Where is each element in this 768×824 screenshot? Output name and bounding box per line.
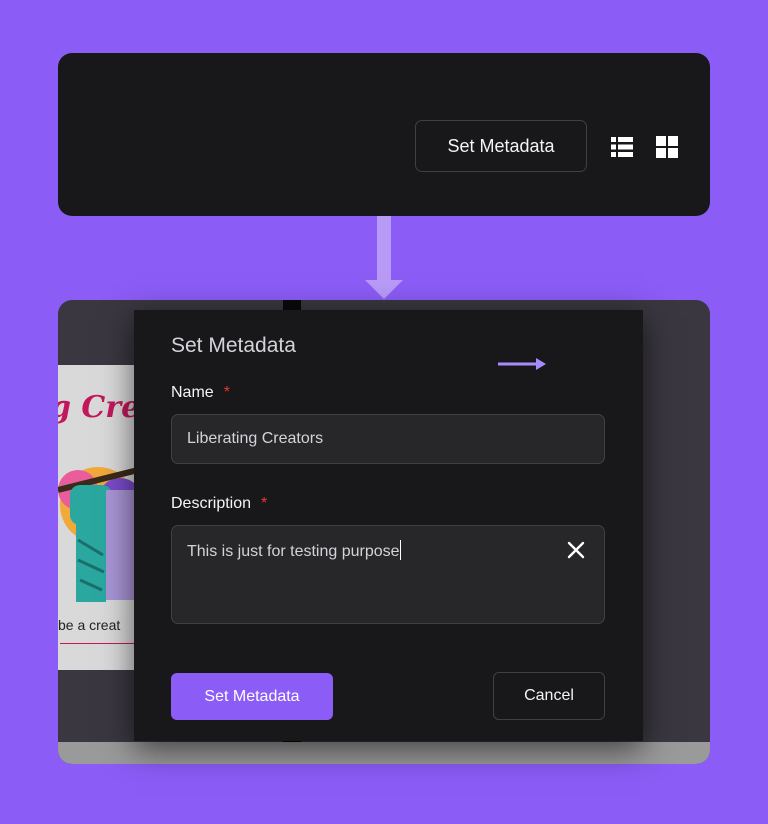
dialog-title: Set Metadata (171, 334, 296, 357)
description-label-text: Description (171, 495, 252, 512)
grid-view-icon[interactable] (655, 135, 679, 159)
thumbnail-caption: be a creat (58, 617, 121, 633)
description-input-value: This is just for testing purpose (187, 543, 400, 560)
set-metadata-dialog: Set Metadata Name * Liberating Creators D… (134, 310, 643, 741)
submit-set-metadata-button[interactable]: Set Metadata (171, 673, 333, 720)
arrow-right-icon (498, 358, 546, 370)
name-label: Name * (171, 384, 230, 402)
list-view-icon[interactable] (610, 135, 634, 159)
thumbnail-title: g Creat (58, 390, 138, 425)
thumbnail-rule (60, 643, 136, 644)
cancel-button[interactable]: Cancel (493, 672, 605, 720)
image-thumbnail: g Creat be a creat (58, 365, 138, 670)
required-marker: * (223, 384, 230, 401)
arrow-down-icon (365, 216, 403, 299)
name-input[interactable]: Liberating Creators (171, 414, 605, 464)
scene-footer (58, 742, 710, 764)
name-input-value: Liberating Creators (187, 430, 324, 447)
description-label: Description * (171, 495, 267, 513)
name-label-text: Name (171, 384, 214, 401)
clear-icon[interactable] (566, 540, 586, 560)
required-marker: * (261, 495, 268, 512)
raised-fist-illustration (58, 467, 138, 602)
text-cursor (399, 540, 401, 560)
set-metadata-button[interactable]: Set Metadata (415, 120, 587, 172)
description-textarea[interactable]: This is just for testing purpose (171, 525, 605, 624)
toolbar-panel: Set Metadata (58, 53, 710, 216)
